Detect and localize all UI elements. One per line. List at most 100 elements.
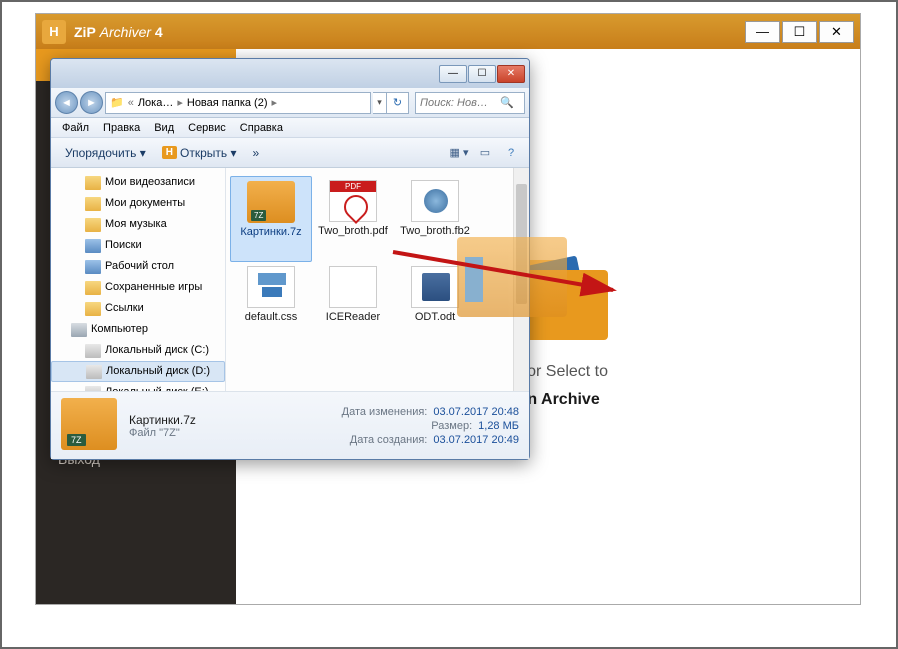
explorer-navbar: ◄ ► 📁 « Лока… ▸ Новая папка (2) ▸ ▾ ↻ 🔍: [51, 88, 529, 118]
details-modified-label: Дата изменения:: [342, 406, 428, 418]
tree-item-0[interactable]: Мои видеозаписи: [51, 172, 225, 193]
explorer-maximize-button[interactable]: ☐: [468, 65, 496, 83]
details-filetype: Файл "7Z": [129, 427, 196, 439]
folder-icon: [85, 302, 101, 316]
tree-item-label: Локальный диск (C:): [105, 342, 209, 359]
details-modified-value: 03.07.2017 20:48: [433, 406, 519, 418]
file-item-2[interactable]: Two_broth.fb2: [394, 176, 476, 262]
file-odt-icon: [411, 266, 459, 308]
tree-item-label: Рабочий стол: [105, 258, 174, 275]
file-item-3[interactable]: default.css: [230, 262, 312, 348]
tree-item-4[interactable]: Рабочий стол: [51, 256, 225, 277]
tree-item-7[interactable]: Компьютер: [51, 319, 225, 340]
search-input[interactable]: [420, 97, 500, 109]
tree-item-10[interactable]: Локальный диск (E:): [51, 382, 225, 391]
comp-icon: [71, 323, 87, 337]
explorer-window: — ☐ ✕ ◄ ► 📁 « Лока… ▸ Новая папка (2) ▸ …: [50, 58, 530, 460]
file-7z-icon: [247, 181, 295, 223]
folder-icon: [85, 281, 101, 295]
explorer-menubar: Файл Правка Вид Сервис Справка: [51, 118, 529, 138]
nav-forward-button[interactable]: ►: [80, 91, 103, 114]
menu-help[interactable]: Справка: [233, 122, 290, 134]
folder-icon: [85, 176, 101, 190]
explorer-minimize-button[interactable]: —: [439, 65, 467, 83]
tree-item-label: Мои видеозаписи: [105, 174, 195, 191]
details-created-value: 03.07.2017 20:49: [433, 434, 519, 446]
zip-logo-icon: H: [42, 20, 66, 44]
menu-view[interactable]: Вид: [147, 122, 181, 134]
tree-item-3[interactable]: Поиски: [51, 235, 225, 256]
blue-icon: [85, 239, 101, 253]
hamster-icon: H: [162, 146, 177, 159]
file-label: ODT.odt: [415, 311, 455, 324]
open-button[interactable]: H Открыть ▾: [154, 143, 245, 163]
open-label: Открыть ▾: [180, 146, 236, 160]
tree-item-2[interactable]: Моя музыка: [51, 214, 225, 235]
tree-item-label: Локальный диск (E:): [105, 384, 209, 391]
details-filename: Картинки.7z: [129, 413, 196, 427]
file-fb2-icon: [411, 180, 459, 222]
folder-icon: 📁: [110, 96, 124, 109]
minimize-button[interactable]: —: [745, 21, 780, 43]
crumb-0[interactable]: Лока…: [134, 97, 178, 109]
details-size-label: Размер:: [431, 420, 472, 432]
files-scrollbar[interactable]: [513, 168, 529, 391]
menu-file[interactable]: Файл: [55, 122, 96, 134]
tree-item-9[interactable]: Локальный диск (D:): [51, 361, 225, 382]
maximize-button[interactable]: ☐: [782, 21, 817, 43]
nav-back-button[interactable]: ◄: [55, 91, 78, 114]
details-pane: Картинки.7z Файл "7Z" Дата изменения: 03…: [51, 391, 529, 459]
file-item-5[interactable]: ODT.odt: [394, 262, 476, 348]
tree-item-8[interactable]: Локальный диск (C:): [51, 340, 225, 361]
refresh-button[interactable]: ↻: [387, 92, 409, 114]
breadcrumb-dropdown-button[interactable]: ▾: [373, 92, 387, 114]
tree-item-label: Сохраненные игры: [105, 279, 202, 296]
close-button[interactable]: ✕: [819, 21, 854, 43]
tree-item-label: Локальный диск (D:): [106, 363, 210, 380]
explorer-close-button[interactable]: ✕: [497, 65, 525, 83]
search-box[interactable]: 🔍: [415, 92, 525, 114]
search-icon: 🔍: [500, 96, 514, 109]
file-css-icon: [247, 266, 295, 308]
zip-titlebar[interactable]: H ZiP Archiver 4 — ☐ ✕: [36, 14, 860, 49]
organize-button[interactable]: Упорядочить ▾: [57, 143, 154, 163]
details-created-label: Дата создания:: [350, 434, 428, 446]
preview-pane-button[interactable]: ▭: [473, 142, 497, 164]
tree-item-label: Моя музыка: [105, 216, 167, 233]
tree-item-1[interactable]: Мои документы: [51, 193, 225, 214]
tree-item-label: Мои документы: [105, 195, 185, 212]
menu-edit[interactable]: Правка: [96, 122, 147, 134]
folder-tree[interactable]: Мои видеозаписи Мои документы Моя музыка По…: [51, 168, 226, 391]
file-item-4[interactable]: ICEReader: [312, 262, 394, 348]
blue-icon: [85, 260, 101, 274]
file-label: default.css: [245, 311, 298, 324]
tree-item-label: Ссылки: [105, 300, 144, 317]
file-pdf-icon: [329, 180, 377, 222]
crumb-1[interactable]: Новая папка (2): [183, 97, 272, 109]
folder-icon: [85, 197, 101, 211]
file-label: Two_broth.fb2: [400, 225, 470, 238]
tree-item-label: Поиски: [105, 237, 142, 254]
folder-icon: [85, 218, 101, 232]
disk-icon: [85, 386, 101, 392]
scrollbar-thumb[interactable]: [516, 184, 527, 304]
view-mode-button[interactable]: ▦ ▾: [447, 142, 471, 164]
tree-item-6[interactable]: Ссылки: [51, 298, 225, 319]
tree-item-5[interactable]: Сохраненные игры: [51, 277, 225, 298]
explorer-toolbar: Упорядочить ▾ H Открыть ▾ » ▦ ▾ ▭ ?: [51, 138, 529, 168]
file-list[interactable]: Картинки.7z Two_broth.pdf Two_broth.fb2def…: [226, 168, 529, 391]
details-size-value: 1,28 МБ: [478, 420, 519, 432]
tree-item-label: Компьютер: [91, 321, 148, 338]
disk-icon: [85, 344, 101, 358]
details-thumbnail-icon: [61, 398, 117, 450]
file-label: Two_broth.pdf: [318, 225, 388, 238]
breadcrumb[interactable]: 📁 « Лока… ▸ Новая папка (2) ▸: [105, 92, 371, 114]
file-doc-icon: [329, 266, 377, 308]
help-button[interactable]: ?: [499, 142, 523, 164]
toolbar-more-button[interactable]: »: [244, 143, 267, 163]
file-item-1[interactable]: Two_broth.pdf: [312, 176, 394, 262]
explorer-titlebar[interactable]: — ☐ ✕: [51, 59, 529, 88]
zip-title: ZiP Archiver 4: [74, 24, 745, 40]
file-item-0[interactable]: Картинки.7z: [230, 176, 312, 262]
menu-tools[interactable]: Сервис: [181, 122, 233, 134]
